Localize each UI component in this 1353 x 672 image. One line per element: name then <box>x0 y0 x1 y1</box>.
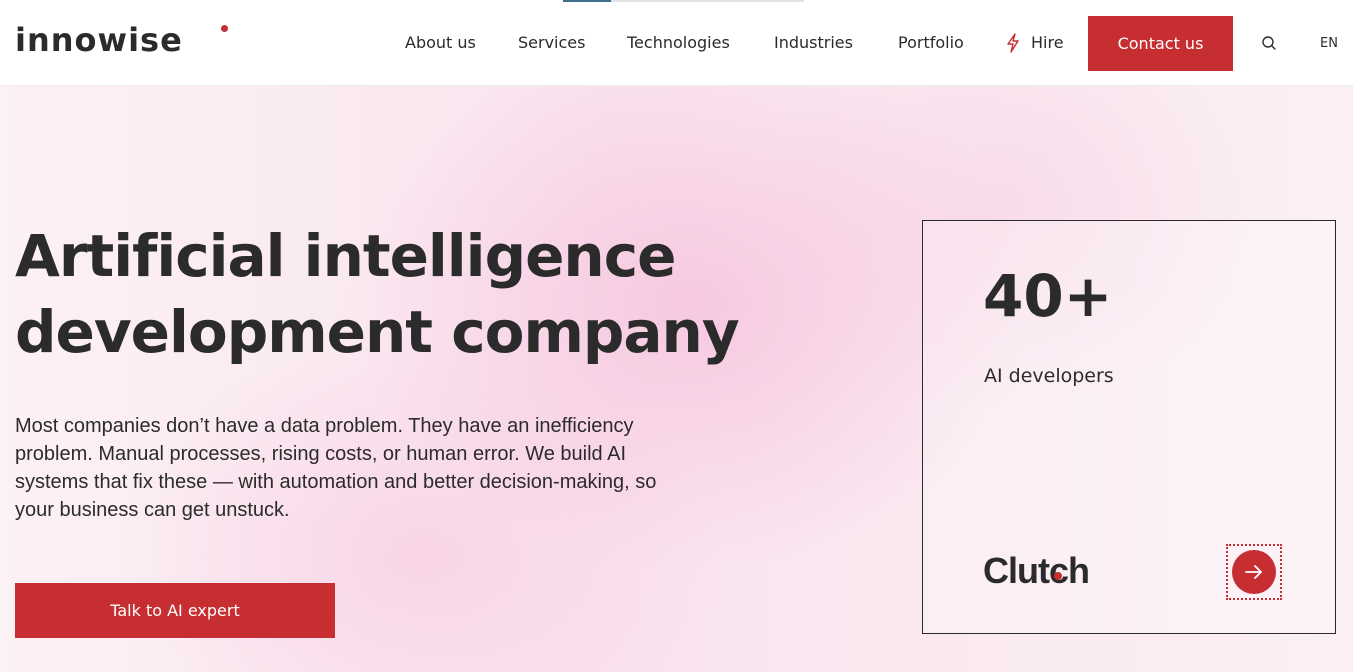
language-selector[interactable]: EN <box>1320 36 1338 52</box>
stat-card: 40+ AI developers Clutch <box>922 220 1336 634</box>
logo[interactable]: innowise <box>15 20 183 60</box>
page-title-line-1: Artificial intelligence <box>15 222 676 290</box>
site-header: innowise About us Services Technologies … <box>0 0 1353 86</box>
hero-description: Most companies don’t have a data problem… <box>15 415 657 521</box>
scroll-progress-bar <box>563 0 804 2</box>
stat-value: 40+ <box>983 262 1113 330</box>
nav-item-portfolio[interactable]: Portfolio <box>898 33 964 53</box>
lightning-icon <box>1005 33 1021 53</box>
scroll-progress-fill <box>563 0 612 2</box>
search-icon[interactable] <box>1261 35 1277 51</box>
nav-item-about-us[interactable]: About us <box>405 33 476 53</box>
clutch-logo-dot <box>1054 572 1062 580</box>
page-title: Artificial intelligence development compa… <box>15 218 775 370</box>
nav-item-industries[interactable]: Industries <box>774 33 853 53</box>
page-title-line-2: development company <box>15 298 740 366</box>
clutch-link-button[interactable] <box>1226 544 1282 600</box>
stat-label: AI developers <box>984 365 1114 387</box>
nav-item-services[interactable]: Services <box>518 33 585 53</box>
contact-us-button[interactable]: Contact us <box>1088 16 1233 71</box>
clutch-logo: Clutch <box>983 550 1090 591</box>
talk-to-ai-expert-button[interactable]: Talk to AI expert <box>15 583 335 638</box>
nav-item-technologies[interactable]: Technologies <box>627 33 730 53</box>
logo-dot <box>221 25 228 32</box>
nav-item-hire[interactable]: Hire <box>1031 33 1064 53</box>
arrow-right-icon[interactable] <box>1232 550 1276 594</box>
